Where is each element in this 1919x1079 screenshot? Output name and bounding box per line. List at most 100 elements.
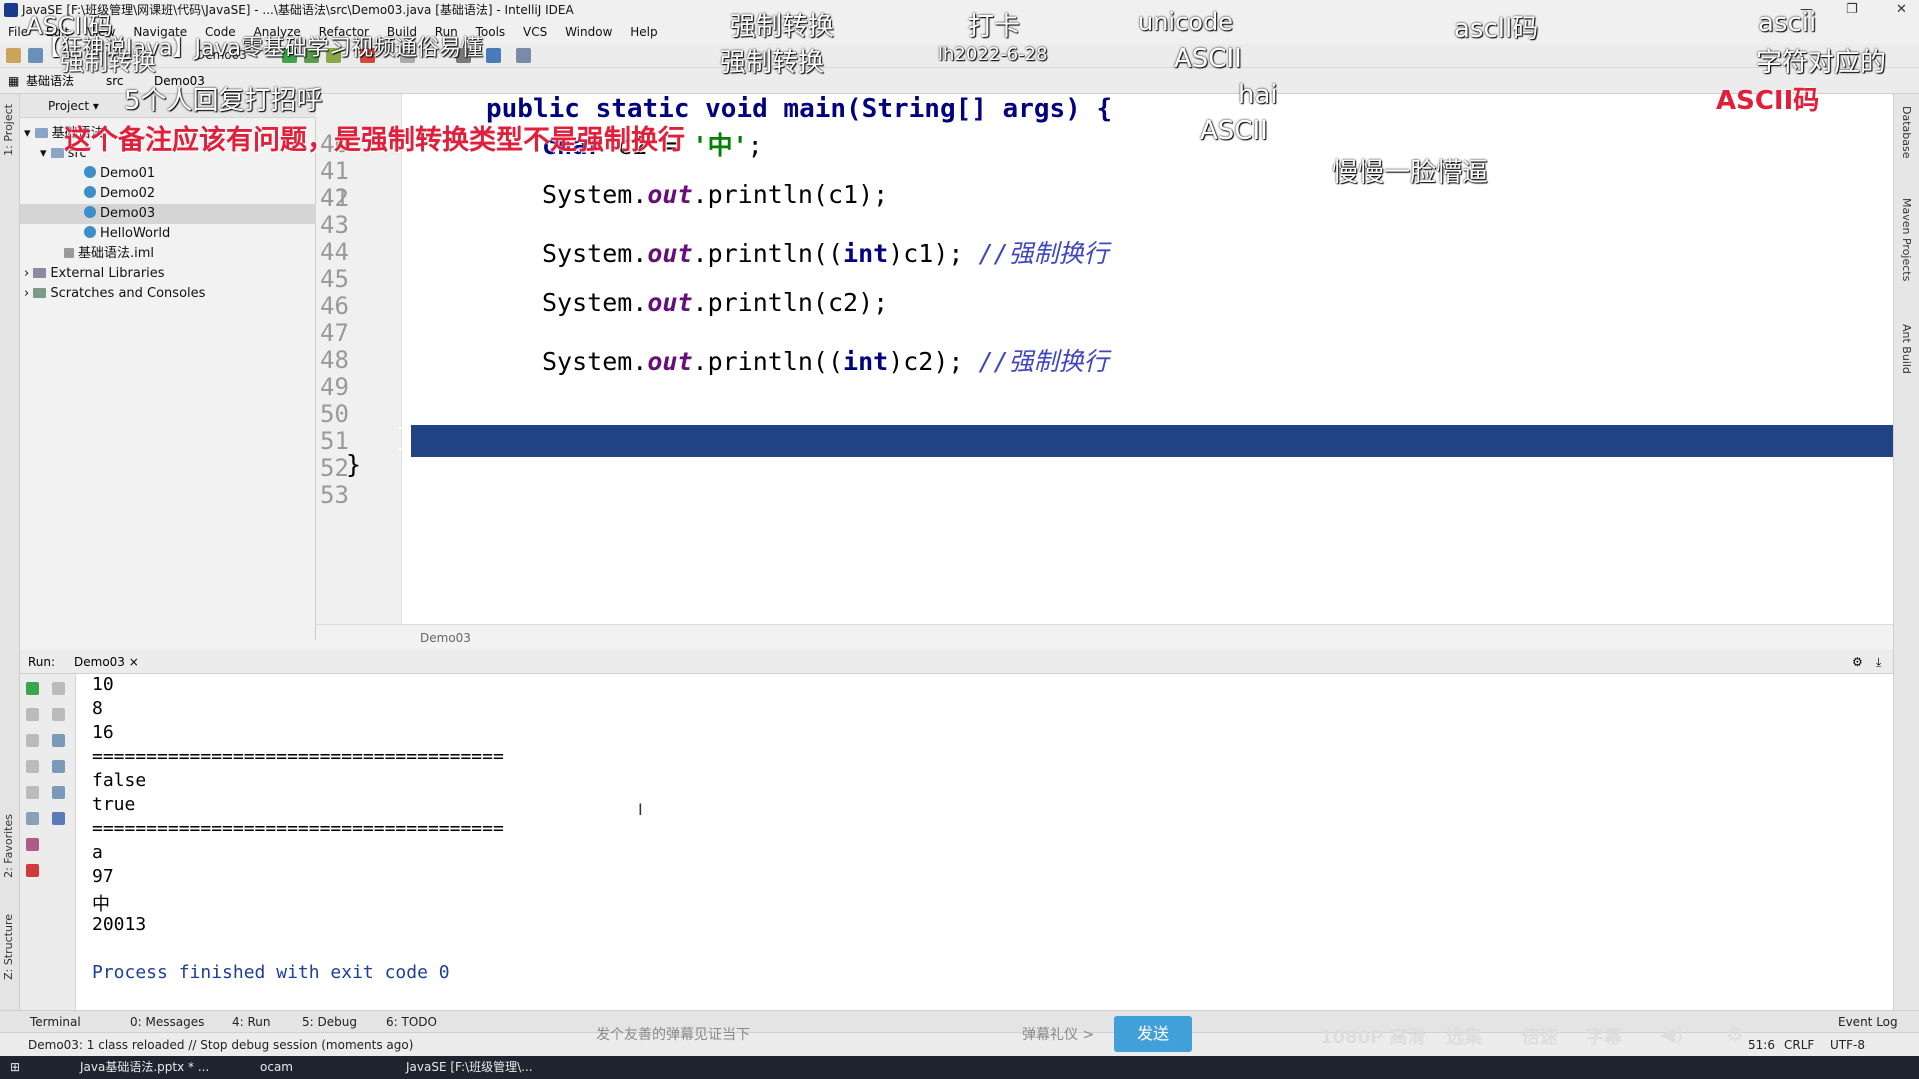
- run-tab-demo03[interactable]: Demo03 ×: [74, 650, 139, 674]
- folder-icon: [50, 148, 64, 158]
- project-tool-tab[interactable]: 1: Project: [2, 104, 15, 156]
- gear-icon[interactable]: ⚙: [1852, 650, 1863, 674]
- menu-window[interactable]: Window: [565, 20, 612, 44]
- code-line-close-method: }: [396, 423, 412, 452]
- code-line-cast-c2: System.out.println((int)c2); //强制换行: [542, 347, 1109, 376]
- danmaku-comment: 慢慢一脸懵逼: [1332, 158, 1489, 188]
- danmaku-comment-red: 这个备注应该有问题，是强制转换类型不是强制换行: [64, 125, 685, 156]
- layout-icon[interactable]: [26, 812, 39, 825]
- danmaku-input[interactable]: 发个友善的弹幕见证当下: [596, 1024, 750, 1044]
- tab-debug[interactable]: 5: Debug: [302, 1011, 357, 1033]
- favorites-tool-tab[interactable]: 2: Favorites: [2, 814, 15, 878]
- run-panel-header: Run: Demo03 × ⚙ ⤓: [20, 650, 1893, 674]
- danmaku-comment: ascll码: [1454, 14, 1539, 44]
- danmaku-comment: hai: [1238, 80, 1278, 110]
- folder-icon: ▦: [8, 74, 20, 88]
- console-exit-line: Process finished with exit code 0: [92, 962, 450, 983]
- tree-item-demo02[interactable]: Demo02: [84, 184, 155, 204]
- open-folder-icon[interactable]: [6, 48, 21, 63]
- database-tool-tab[interactable]: Database: [1900, 106, 1913, 159]
- pin-icon[interactable]: [26, 838, 39, 851]
- code-line-close-class: }: [346, 450, 362, 479]
- danmaku-comment: ascii: [1758, 8, 1817, 38]
- settings-icon[interactable]: ⚙: [1726, 1022, 1744, 1046]
- code-editor[interactable]: public static void main(String[] args) {…: [316, 94, 1893, 624]
- class-icon: [84, 186, 96, 198]
- print-icon[interactable]: [52, 786, 65, 799]
- sdk-icon[interactable]: [516, 48, 531, 63]
- tree-item-demo01[interactable]: Demo01: [84, 164, 155, 184]
- menu-help[interactable]: Help: [630, 20, 657, 44]
- close-icon[interactable]: ✕: [1896, 0, 1907, 20]
- down-icon[interactable]: [52, 708, 65, 721]
- tab-terminal[interactable]: Terminal: [30, 1011, 81, 1033]
- line-number: 48: [320, 346, 349, 374]
- send-button[interactable]: 发送: [1114, 1016, 1192, 1052]
- close-run-icon[interactable]: [26, 864, 39, 877]
- dump-threads-icon[interactable]: [26, 760, 39, 773]
- speed-button[interactable]: 倍速: [1522, 1023, 1558, 1049]
- restore-icon[interactable]: ❐: [1846, 0, 1858, 20]
- danmaku-comment: 打卡: [968, 12, 1021, 42]
- tab-messages[interactable]: 0: Messages: [130, 1011, 204, 1033]
- taskbar-item-pptx[interactable]: Java基础语法.pptx * ...: [80, 1056, 209, 1079]
- line-number: 50: [320, 400, 349, 428]
- danmaku-etiquette-link[interactable]: 弹幕礼仪 >: [1022, 1024, 1094, 1044]
- tree-item-iml[interactable]: 基础语法.iml: [64, 244, 154, 264]
- tree-item-helloworld[interactable]: HelloWorld: [84, 224, 170, 244]
- console-output[interactable]: 10 8 16 ================================…: [76, 674, 1893, 1010]
- project-structure-icon[interactable]: [486, 48, 501, 63]
- console-line: 中: [92, 894, 110, 915]
- file-icon: [64, 248, 74, 258]
- left-tool-stripe: 1: Project 2: Favorites Z: Structure: [0, 94, 20, 1010]
- danmaku-comment: lh2022-6-28: [938, 44, 1048, 65]
- tree-item-demo03[interactable]: Demo03: [20, 204, 316, 224]
- tree-item-external-libraries[interactable]: › External Libraries: [24, 264, 165, 284]
- class-icon: [84, 206, 96, 218]
- structure-tool-tab[interactable]: Z: Structure: [2, 914, 15, 980]
- episode-button[interactable]: 选集: [1446, 1023, 1482, 1049]
- exit-icon[interactable]: [26, 786, 39, 799]
- taskbar-item-ocam[interactable]: ocam: [260, 1056, 293, 1079]
- library-icon: [33, 268, 47, 278]
- windows-start-icon[interactable]: ⊞: [10, 1056, 20, 1079]
- subtitle-button[interactable]: 字幕: [1586, 1023, 1622, 1049]
- danmaku-input-bar: 发个友善的弹幕见证当下 弹幕礼仪 > 发送 1080P 高清 选集 倍速 字幕 …: [430, 1016, 1890, 1052]
- up-icon[interactable]: [52, 682, 65, 695]
- danmaku-comment: 强制转换: [720, 48, 825, 78]
- menu-vcs[interactable]: VCS: [523, 20, 547, 44]
- maven-tool-tab[interactable]: Maven Projects: [1900, 198, 1913, 281]
- quality-button[interactable]: 1080P 高清: [1320, 1023, 1426, 1049]
- pause-icon[interactable]: [26, 734, 39, 747]
- run-toolbar: [20, 674, 76, 1010]
- danmaku-comment-red: ASCII码: [1716, 86, 1820, 116]
- line-number: 44: [320, 238, 349, 266]
- text-cursor-icon: I: [638, 800, 643, 819]
- console-line: ======================================: [92, 818, 504, 839]
- console-line: ======================================: [92, 746, 504, 767]
- project-panel: Project ▾ ▾ 基础语法 ▾ src Demo01 Demo02 Dem…: [20, 94, 316, 640]
- line-number: 42: [320, 184, 349, 212]
- tab-run[interactable]: 4: Run: [232, 1011, 271, 1033]
- line-number: 49: [320, 373, 349, 401]
- status-message: Demo03: 1 class reloaded // Stop debug s…: [28, 1038, 414, 1052]
- clear-icon[interactable]: [52, 812, 65, 825]
- volume-icon[interactable]: ◀): [1660, 1022, 1683, 1046]
- danmaku-comment: 字符对应的: [1756, 48, 1887, 78]
- tree-item-scratches[interactable]: › Scratches and Consoles: [24, 284, 205, 304]
- run-label: Run:: [28, 655, 56, 669]
- danmaku-comment: ASCII: [1200, 116, 1268, 146]
- rerun-icon[interactable]: [26, 682, 39, 695]
- taskbar-item-idea[interactable]: JavaSE [F:\班级管理\...: [406, 1056, 533, 1079]
- window-titlebar: JavaSE [F:\班级管理\网课班\代码\JavaSE] - ...\基础语…: [0, 0, 1919, 20]
- scroll-end-icon[interactable]: [52, 760, 65, 773]
- soft-wrap-icon[interactable]: [52, 734, 65, 747]
- line-number: 45: [320, 265, 349, 293]
- stop-icon[interactable]: [26, 708, 39, 721]
- editor-file-tab[interactable]: Demo03: [316, 624, 1893, 650]
- method-signature: public static void main(String[] args) {: [486, 94, 1113, 124]
- hide-icon[interactable]: ⤓: [1876, 650, 1881, 674]
- ant-build-tool-tab[interactable]: Ant Build: [1900, 324, 1913, 374]
- project-panel-title: Project: [48, 99, 90, 113]
- danmaku-comment: 强制转换: [730, 12, 835, 42]
